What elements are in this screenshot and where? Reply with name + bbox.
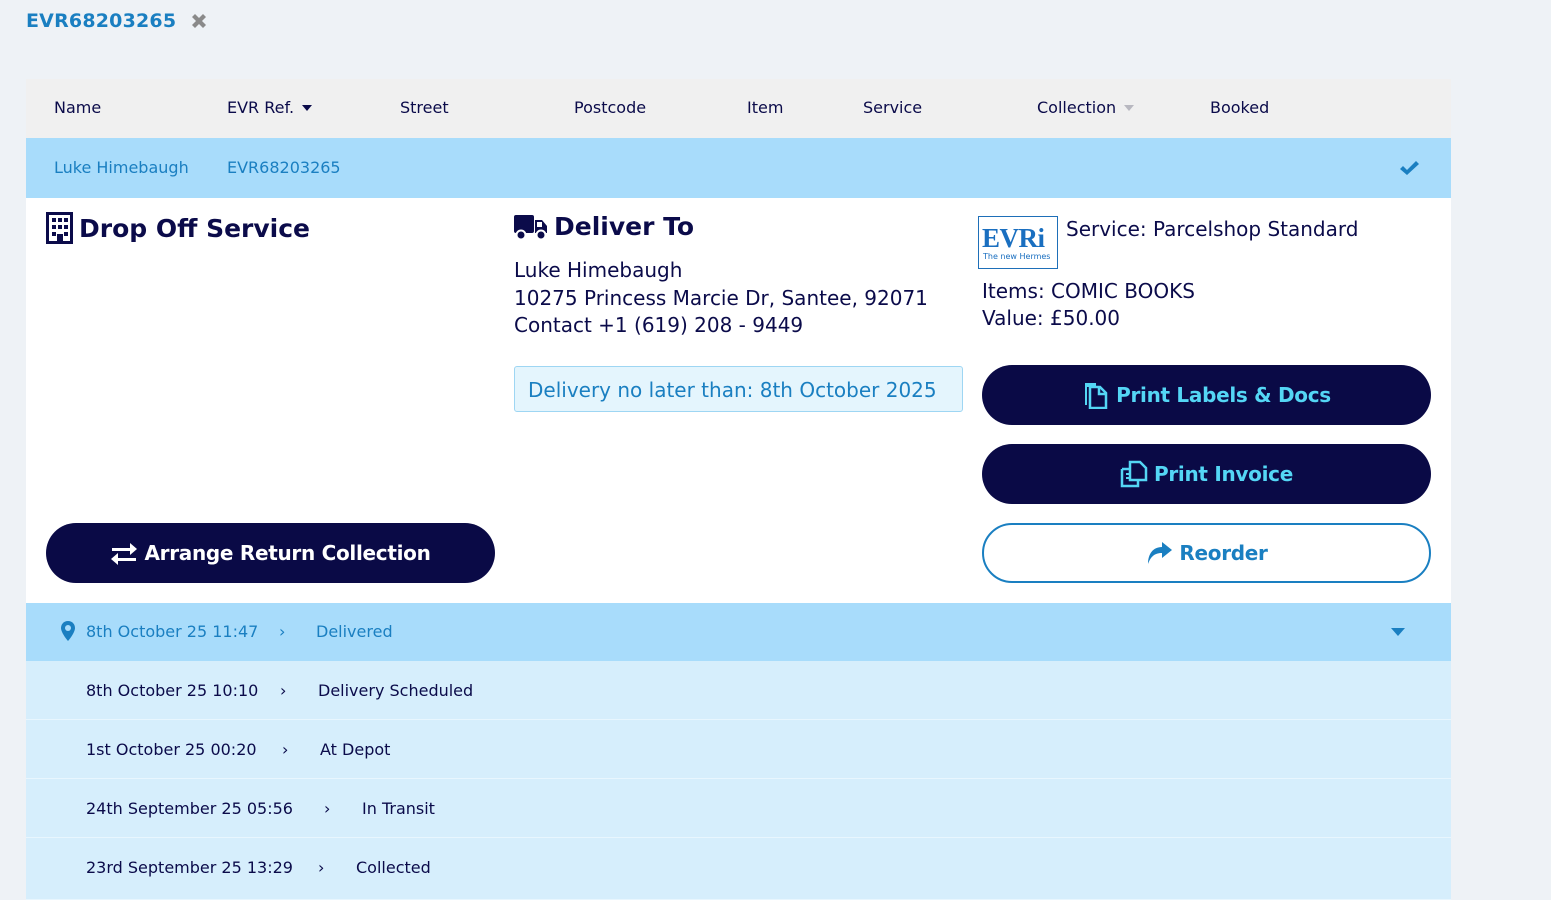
exchange-icon	[111, 543, 138, 565]
sort-desc-icon	[302, 104, 313, 111]
recipient-contact: Contact +1 (619) 208 - 9449	[514, 313, 804, 337]
chevron-right-icon: ›	[324, 799, 331, 818]
print-invoice-button[interactable]: Print Invoice	[982, 444, 1431, 504]
column-header-booked[interactable]: Booked	[1210, 98, 1269, 117]
table-header: Name EVR Ref. Street Postcode Item Servi…	[26, 79, 1451, 138]
evri-logo: EVRi The new Hermes	[978, 216, 1058, 269]
items-label: Items: COMIC BOOKS	[982, 279, 1195, 303]
column-header-postcode[interactable]: Postcode	[574, 98, 646, 117]
tab-title[interactable]: EVR68203265	[26, 10, 176, 32]
tracking-date: 8th October 25 11:47	[86, 622, 259, 641]
arrange-return-button[interactable]: Arrange Return Collection	[46, 523, 495, 583]
tracking-history-row: 23rd September 25 13:29 › Collected	[26, 838, 1451, 900]
document-icon	[1085, 383, 1108, 409]
column-header-name[interactable]: Name	[54, 98, 101, 117]
check-icon	[1400, 161, 1419, 175]
tracking-history-row: 24th September 25 05:56 › In Transit	[26, 779, 1451, 838]
location-pin-icon	[61, 621, 75, 641]
row-evr-ref: EVR68203265	[227, 158, 341, 177]
tracking-history-row: 8th October 25 10:10 › Delivery Schedule…	[26, 661, 1451, 720]
building-icon	[46, 212, 73, 244]
order-tab-header: EVR68203265	[26, 10, 210, 32]
chevron-down-icon[interactable]	[1390, 627, 1406, 637]
sort-inactive-icon	[1124, 104, 1135, 111]
reorder-button[interactable]: Reorder	[982, 523, 1431, 583]
column-header-service[interactable]: Service	[863, 98, 922, 117]
order-detail: Drop Off Service Deliver To Luke Himebau…	[26, 198, 1451, 603]
column-header-item[interactable]: Item	[747, 98, 783, 117]
drop-off-title: Drop Off Service	[46, 212, 310, 244]
chevron-right-icon: ›	[282, 740, 289, 759]
close-icon[interactable]	[188, 10, 210, 32]
column-header-collection[interactable]: Collection	[1037, 98, 1135, 117]
chevron-right-icon: ›	[279, 622, 286, 641]
column-header-street[interactable]: Street	[400, 98, 449, 117]
row-name: Luke Himebaugh	[54, 158, 189, 177]
delivery-deadline: Delivery no later than: 8th October 2025	[514, 366, 963, 412]
column-header-evr-ref[interactable]: EVR Ref.	[227, 98, 313, 117]
value-label: Value: £50.00	[982, 306, 1120, 330]
orders-panel: Name EVR Ref. Street Postcode Item Servi…	[26, 79, 1451, 900]
deliver-to-title: Deliver To	[514, 212, 694, 241]
chevron-right-icon: ›	[280, 681, 287, 700]
share-arrow-icon	[1148, 542, 1173, 564]
recipient-address: 10275 Princess Marcie Dr, Santee, 92071	[514, 286, 928, 310]
recipient-name: Luke Himebaugh	[514, 258, 683, 282]
chevron-right-icon: ›	[318, 858, 325, 877]
tracking-status: Delivered	[316, 622, 393, 641]
copy-icon	[1120, 460, 1148, 488]
table-row-selected[interactable]: Luke Himebaugh EVR68203265	[26, 138, 1451, 198]
tracking-history-row: 1st October 25 00:20 › At Depot	[26, 720, 1451, 779]
print-labels-button[interactable]: Print Labels & Docs	[982, 365, 1431, 425]
tracking-latest-row[interactable]: 8th October 25 11:47 › Delivered	[26, 603, 1451, 661]
service-label: Service: Parcelshop Standard	[1066, 217, 1359, 241]
truck-icon	[514, 214, 547, 240]
